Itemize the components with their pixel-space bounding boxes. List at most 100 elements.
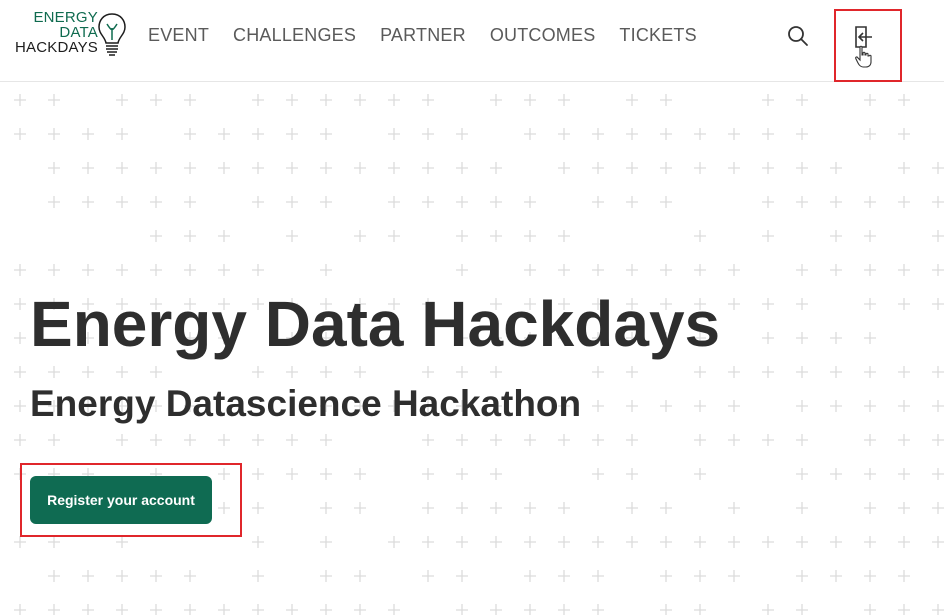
plus-mark: [864, 570, 876, 582]
plus-mark: [184, 230, 196, 242]
plus-mark: [320, 162, 332, 174]
plus-mark: [14, 264, 26, 276]
plus-mark: [14, 128, 26, 140]
plus-mark: [490, 434, 502, 446]
plus-mark: [456, 502, 468, 514]
plus-mark: [694, 570, 706, 582]
plus-mark: [694, 366, 706, 378]
plus-mark: [626, 196, 638, 208]
plus-mark: [490, 162, 502, 174]
plus-mark: [864, 264, 876, 276]
plus-mark: [150, 604, 162, 615]
plus-mark: [898, 536, 910, 548]
nav-item-partner[interactable]: PARTNER: [380, 24, 466, 46]
nav-item-challenges[interactable]: CHALLENGES: [233, 24, 356, 46]
plus-mark: [558, 502, 570, 514]
plus-mark: [184, 604, 196, 615]
plus-mark: [82, 162, 94, 174]
plus-mark: [524, 604, 536, 615]
plus-mark: [116, 128, 128, 140]
plus-mark: [320, 366, 332, 378]
plus-mark: [82, 196, 94, 208]
plus-mark: [898, 400, 910, 412]
plus-mark: [592, 264, 604, 276]
login-button[interactable]: [834, 9, 902, 82]
nav-item-event[interactable]: EVENT: [148, 24, 209, 46]
plus-mark: [456, 468, 468, 480]
plus-mark: [830, 366, 842, 378]
plus-mark: [524, 94, 536, 106]
plus-mark: [558, 94, 570, 106]
plus-mark: [354, 468, 366, 480]
plus-mark: [286, 604, 298, 615]
plus-mark: [932, 536, 944, 548]
plus-mark: [660, 570, 672, 582]
plus-mark: [592, 468, 604, 480]
nav-item-tickets[interactable]: TICKETS: [619, 24, 696, 46]
plus-mark: [898, 128, 910, 140]
plus-mark: [864, 434, 876, 446]
plus-mark: [932, 400, 944, 412]
plus-mark: [796, 366, 808, 378]
plus-mark: [830, 332, 842, 344]
plus-mark: [490, 230, 502, 242]
plus-mark: [286, 366, 298, 378]
plus-mark: [252, 162, 264, 174]
plus-mark: [728, 502, 740, 514]
plus-mark: [830, 400, 842, 412]
plus-mark: [82, 264, 94, 276]
plus-mark: [48, 128, 60, 140]
plus-mark: [116, 264, 128, 276]
plus-mark: [422, 128, 434, 140]
plus-mark: [490, 196, 502, 208]
plus-mark: [388, 230, 400, 242]
plus-mark: [762, 332, 774, 344]
plus-mark: [320, 94, 332, 106]
plus-mark: [558, 536, 570, 548]
plus-mark: [796, 434, 808, 446]
plus-mark: [116, 536, 128, 548]
plus-mark: [116, 604, 128, 615]
plus-mark: [48, 434, 60, 446]
plus-mark: [490, 502, 502, 514]
site-header: ENERGY DATA HACKDAYS EVENT CHALLENGES PA…: [0, 0, 944, 82]
plus-mark: [422, 162, 434, 174]
plus-mark: [490, 94, 502, 106]
plus-mark: [524, 570, 536, 582]
plus-mark: [490, 604, 502, 615]
plus-mark: [150, 434, 162, 446]
plus-mark: [184, 196, 196, 208]
plus-mark: [592, 128, 604, 140]
plus-mark: [796, 264, 808, 276]
plus-mark: [694, 128, 706, 140]
search-button[interactable]: [786, 24, 810, 48]
plus-mark: [252, 434, 264, 446]
plus-mark: [626, 502, 638, 514]
plus-mark: [694, 468, 706, 480]
main-nav: EVENT CHALLENGES PARTNER OUTCOMES TICKET…: [148, 24, 697, 46]
nav-item-outcomes[interactable]: OUTCOMES: [490, 24, 596, 46]
logo-line-1: ENERGY: [33, 9, 98, 26]
plus-mark: [660, 264, 672, 276]
plus-mark: [762, 536, 774, 548]
site-logo[interactable]: ENERGY DATA HACKDAYS: [12, 10, 130, 62]
plus-mark: [286, 434, 298, 446]
plus-mark: [796, 332, 808, 344]
plus-mark: [490, 468, 502, 480]
plus-mark: [626, 94, 638, 106]
plus-mark: [762, 434, 774, 446]
plus-mark: [626, 400, 638, 412]
plus-mark: [932, 604, 944, 615]
plus-mark: [490, 366, 502, 378]
plus-mark: [354, 502, 366, 514]
plus-mark: [14, 536, 26, 548]
plus-mark: [864, 468, 876, 480]
plus-mark: [14, 366, 26, 378]
plus-mark: [660, 162, 672, 174]
plus-mark: [864, 196, 876, 208]
plus-mark: [14, 434, 26, 446]
register-account-button[interactable]: Register your account: [30, 476, 212, 524]
plus-mark: [14, 298, 26, 310]
plus-mark: [320, 196, 332, 208]
plus-mark: [150, 94, 162, 106]
